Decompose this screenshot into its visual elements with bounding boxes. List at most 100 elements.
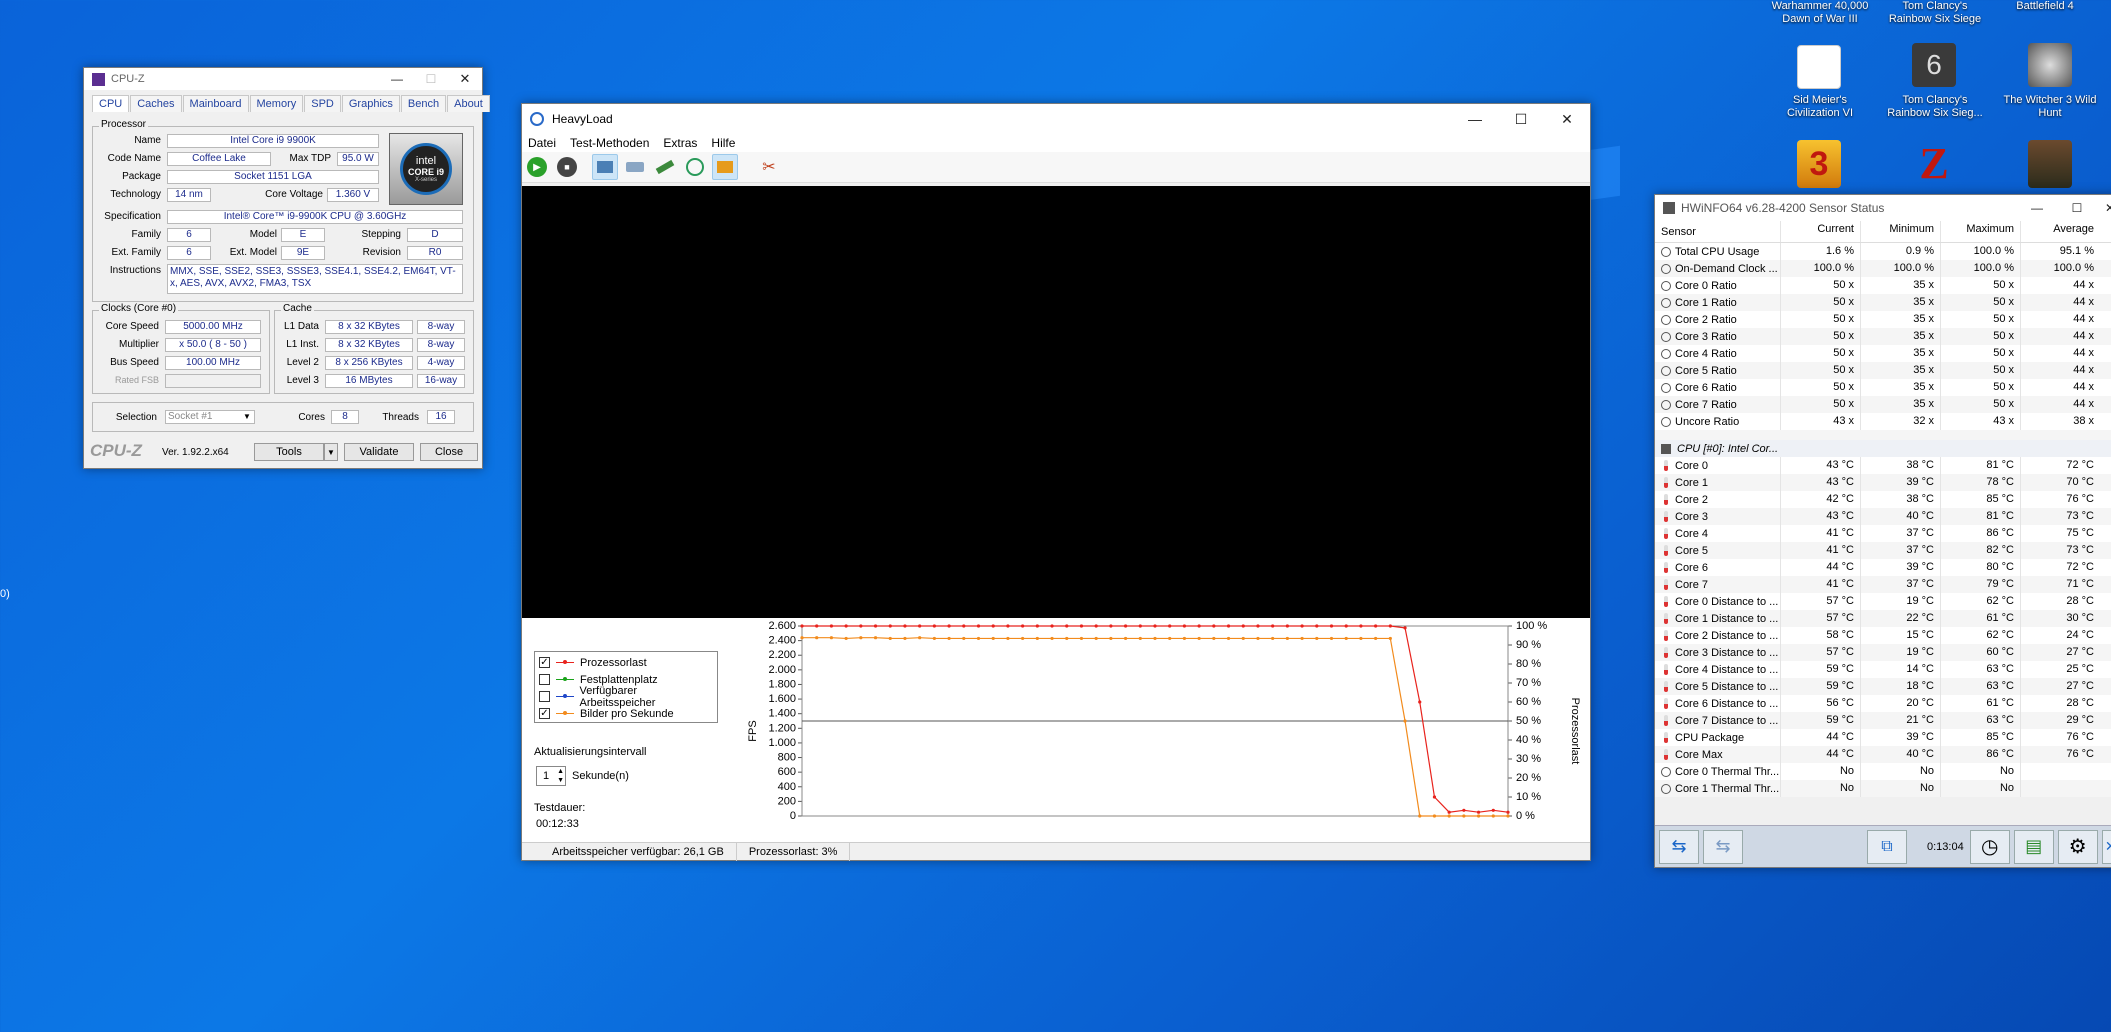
memory-load-icon[interactable] bbox=[652, 154, 678, 180]
column-average[interactable]: Average bbox=[2020, 221, 2100, 242]
log-file-icon[interactable]: ▤ bbox=[2013, 829, 2054, 864]
sensor-row[interactable]: Core 0 Thermal Thr... No No No bbox=[1655, 763, 2111, 780]
checkbox-prozessorlast[interactable]: ✓ bbox=[539, 657, 550, 668]
cpuz-titlebar[interactable]: CPU-Z — ☐ ✕ bbox=[84, 68, 482, 90]
sensor-row[interactable]: Core 7 Distance to ... 59 °C 21 °C 63 °C 29 … bbox=[1655, 712, 2111, 729]
heavyload-titlebar[interactable]: HeavyLoad — ☐ ✕ bbox=[522, 104, 1590, 134]
minimize-button[interactable]: — bbox=[2017, 195, 2057, 221]
menu-test-methoden[interactable]: Test-Methoden bbox=[570, 136, 649, 150]
sensor-row[interactable]: Core 5 Distance to ... 59 °C 18 °C 63 °C 27 … bbox=[1655, 678, 2111, 695]
settings-tools-icon[interactable]: ✂ bbox=[756, 154, 782, 180]
tab-spd[interactable]: SPD bbox=[304, 95, 341, 112]
game-3-icon[interactable]: 3 bbox=[1797, 140, 1841, 188]
checkbox-festplattenplatz[interactable] bbox=[539, 674, 550, 685]
desktop-icon-label-rainbow-six[interactable]: Tom Clancy's Rainbow Six Siege bbox=[1865, 0, 2005, 26]
sensor-row[interactable]: Core 1 Ratio 50 x 35 x 50 x 44 x bbox=[1655, 294, 2111, 311]
desktop-icon-label-rainbow-six-2[interactable]: Tom Clancy's Rainbow Six Sieg... bbox=[1870, 94, 2000, 120]
desktop-icon-label-witcher[interactable]: The Witcher 3 Wild Hunt bbox=[1990, 94, 2110, 120]
close-button[interactable]: ✕ bbox=[1544, 104, 1590, 134]
sensor-row[interactable]: Core 1 Thermal Thr... No No No bbox=[1655, 780, 2111, 797]
sensor-row[interactable]: Core Max 44 °C 40 °C 86 °C 76 °C bbox=[1655, 746, 2111, 763]
sensor-row[interactable]: Core 3 Ratio 50 x 35 x 50 x 44 x bbox=[1655, 328, 2111, 345]
cpuz-window[interactable]: CPU-Z — ☐ ✕ CPU Caches Mainboard Memory … bbox=[83, 67, 490, 469]
sensor-row[interactable]: Uncore Ratio 43 x 32 x 43 x 38 x bbox=[1655, 413, 2111, 430]
minimize-button[interactable]: — bbox=[1452, 104, 1498, 134]
sensor-row[interactable]: On-Demand Clock ... 100.0 % 100.0 % 100.0 %… bbox=[1655, 260, 2111, 277]
stop-icon[interactable]: ■ bbox=[554, 154, 580, 180]
tab-graphics[interactable]: Graphics bbox=[341, 95, 400, 112]
tab-about[interactable]: About bbox=[447, 95, 490, 112]
graph-view-icon[interactable] bbox=[712, 154, 738, 180]
spinner-arrows-icon[interactable]: ▲ ▼ bbox=[557, 767, 564, 785]
rainbow-six-icon[interactable]: 6 bbox=[1912, 43, 1956, 87]
start-icon[interactable]: ▶ bbox=[524, 154, 550, 180]
legend-item-arbeitsspeicher[interactable]: Verfügbarer Arbeitsspeicher bbox=[539, 685, 713, 709]
sensor-row[interactable]: Core 0 Distance to ... 57 °C 19 °C 62 °C 28 … bbox=[1655, 593, 2111, 610]
desktop-icon-label-battlefield[interactable]: Battlefield 4 bbox=[1990, 0, 2100, 13]
column-minimum[interactable]: Minimum bbox=[1860, 221, 1940, 242]
desktop-icon-label-civilization[interactable]: Sid Meier's Civilization VI bbox=[1760, 94, 1880, 120]
validate-button[interactable]: Validate bbox=[344, 443, 414, 461]
maximize-button[interactable]: ☐ bbox=[1498, 104, 1544, 134]
tab-bench[interactable]: Bench bbox=[400, 95, 447, 112]
clock-icon[interactable]: ◷ bbox=[1969, 829, 2010, 864]
sensor-row[interactable]: Core 6 Ratio 50 x 35 x 50 x 44 x bbox=[1655, 379, 2111, 396]
column-sensor[interactable]: Sensor bbox=[1655, 226, 1780, 238]
minimize-button[interactable]: — bbox=[380, 68, 414, 90]
tab-caches[interactable]: Caches bbox=[130, 95, 182, 112]
sensor-row[interactable]: Core 6 44 °C 39 °C 80 °C 72 °C bbox=[1655, 559, 2111, 576]
hwinfo-titlebar[interactable]: HWiNFO64 v6.28-4200 Sensor Status — ☐ ✕ bbox=[1655, 195, 2111, 221]
sensor-row[interactable]: Core 4 Distance to ... 59 °C 14 °C 63 °C 25 … bbox=[1655, 661, 2111, 678]
civilization-file-icon[interactable] bbox=[1797, 45, 1841, 89]
sensor-row[interactable]: Core 5 41 °C 37 °C 82 °C 73 °C bbox=[1655, 542, 2111, 559]
legend-item-prozessorlast[interactable]: ✓ Prozessorlast bbox=[539, 654, 713, 671]
sensor-row[interactable]: CPU Package 44 °C 39 °C 85 °C 76 °C bbox=[1655, 729, 2111, 746]
tools-button[interactable]: Tools bbox=[254, 443, 324, 461]
selection-dropdown[interactable]: Socket #1 bbox=[165, 410, 255, 424]
close-app-button[interactable]: Close bbox=[420, 443, 478, 461]
sensor-row[interactable]: Core 7 Ratio 50 x 35 x 50 x 44 x bbox=[1655, 396, 2111, 413]
tools-dropdown-icon[interactable]: ▼ bbox=[324, 443, 338, 461]
close-button[interactable]: ✕ bbox=[448, 68, 482, 90]
menu-hilfe[interactable]: Hilfe bbox=[711, 136, 735, 150]
close-button[interactable]: ✕ bbox=[2097, 195, 2111, 221]
sensor-row[interactable]: Core 3 43 °C 40 °C 81 °C 73 °C bbox=[1655, 508, 2111, 525]
checkbox-bilder-pro-sekunde[interactable]: ✓ bbox=[539, 708, 550, 719]
sensor-row[interactable]: Core 2 42 °C 38 °C 85 °C 76 °C bbox=[1655, 491, 2111, 508]
checkbox-arbeitsspeicher[interactable] bbox=[539, 691, 550, 702]
sensor-row[interactable]: Core 1 Distance to ... 57 °C 22 °C 61 °C 30 … bbox=[1655, 610, 2111, 627]
heavyload-window[interactable]: HeavyLoad — ☐ ✕ Datei Test-Methoden Extr… bbox=[521, 103, 1591, 861]
sensor-row[interactable]: Core 4 Ratio 50 x 35 x 50 x 44 x bbox=[1655, 345, 2111, 362]
sensor-row[interactable]: Total CPU Usage 1.6 % 0.9 % 100.0 % 95.1 % bbox=[1655, 243, 2111, 260]
sensor-row[interactable]: Core 2 Ratio 50 x 35 x 50 x 44 x bbox=[1655, 311, 2111, 328]
sensor-row[interactable]: Core 0 Ratio 50 x 35 x 50 x 44 x bbox=[1655, 277, 2111, 294]
tab-cpu[interactable]: CPU bbox=[92, 95, 130, 112]
witcher-icon[interactable] bbox=[2028, 43, 2072, 87]
game-z-icon[interactable]: Z bbox=[1912, 140, 1956, 188]
maximize-button[interactable]: ☐ bbox=[2057, 195, 2097, 221]
network-icon[interactable]: ⧉ bbox=[1867, 829, 1907, 864]
sensor-group-cpu-dts[interactable]: CPU [#0]: Intel Cor... bbox=[1655, 440, 2111, 457]
disk-load-icon[interactable] bbox=[622, 154, 648, 180]
sensor-row[interactable]: Core 3 Distance to ... 57 °C 19 °C 60 °C 27 … bbox=[1655, 644, 2111, 661]
column-current[interactable]: Current bbox=[1780, 221, 1860, 242]
tab-memory[interactable]: Memory bbox=[249, 95, 304, 112]
nav-arrows-icon[interactable]: ⇆ bbox=[1659, 829, 1699, 864]
menu-extras[interactable]: Extras bbox=[663, 136, 697, 150]
sensor-row[interactable]: Core 6 Distance to ... 56 °C 20 °C 61 °C 28 … bbox=[1655, 695, 2111, 712]
sensor-row[interactable]: Core 0 43 °C 38 °C 81 °C 72 °C bbox=[1655, 457, 2111, 474]
sensor-row[interactable]: Core 7 41 °C 37 °C 79 °C 71 °C bbox=[1655, 576, 2111, 593]
column-maximum[interactable]: Maximum bbox=[1940, 221, 2020, 242]
sensor-row[interactable]: Core 1 43 °C 39 °C 78 °C 70 °C bbox=[1655, 474, 2111, 491]
tab-mainboard[interactable]: Mainboard bbox=[182, 95, 249, 112]
sensor-row[interactable]: Core 2 Distance to ... 58 °C 15 °C 62 °C 24 … bbox=[1655, 627, 2111, 644]
menu-datei[interactable]: Datei bbox=[528, 136, 556, 150]
settings-gear-icon[interactable]: ⚙ bbox=[2057, 829, 2098, 864]
interval-spinner[interactable]: 1 ▲ ▼ bbox=[536, 766, 566, 786]
cpu-load-icon[interactable] bbox=[592, 154, 618, 180]
sensor-row[interactable]: Core 5 Ratio 50 x 35 x 50 x 44 x bbox=[1655, 362, 2111, 379]
game-soldier-icon[interactable] bbox=[2028, 140, 2072, 188]
sensor-row[interactable]: Core 4 41 °C 37 °C 86 °C 75 °C bbox=[1655, 525, 2111, 542]
close-x-icon[interactable]: ✕ bbox=[2101, 829, 2111, 864]
hwinfo-window[interactable]: HWiNFO64 v6.28-4200 Sensor Status — ☐ ✕ … bbox=[1654, 194, 2111, 868]
